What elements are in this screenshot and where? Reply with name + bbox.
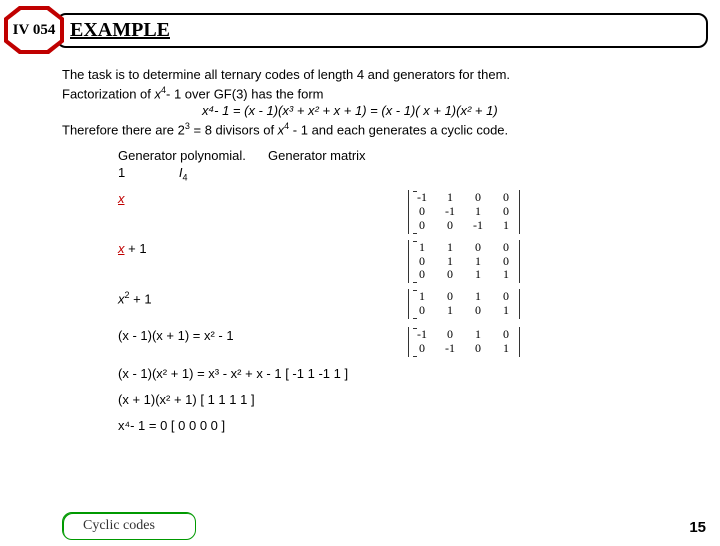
generator-block: Generator polynomial. Generator matrix 1… <box>118 147 710 437</box>
factorization-formula: x⁴- 1 = (x - 1)(x³ + x² + x + 1) = (x - … <box>202 102 710 120</box>
p3c: - 1 and each generates a cyclic code. <box>289 122 508 137</box>
p3b: = 8 divisors of <box>190 122 278 137</box>
r3-matrix: 110001100011 <box>408 240 520 283</box>
title-box: EXAMPLE <box>56 13 708 48</box>
row-6: (x - 1)(x² + 1) = x³ - x² + x - 1 [ -1 1… <box>118 365 710 385</box>
r2-matrix: -11000-11000-11 <box>408 190 520 233</box>
title-text: EXAMPLE <box>70 19 170 41</box>
r7-line: (x + 1)(x² + 1) [ 1 1 1 1 ] <box>118 391 255 409</box>
r5-poly: (x - 1)(x + 1) = x² - 1 <box>118 327 408 345</box>
badge-inner: IV 054 <box>8 10 60 50</box>
badge-text: IV 054 <box>13 22 56 39</box>
r6-line: (x - 1)(x² + 1) = x³ - x² + x - 1 [ -1 1… <box>118 365 348 383</box>
r2-poly: x <box>118 191 125 206</box>
row-7: (x + 1)(x² + 1) [ 1 1 1 1 ] <box>118 391 710 411</box>
content: The task is to determine all ternary cod… <box>62 66 710 437</box>
paragraph-1: The task is to determine all ternary cod… <box>62 66 710 84</box>
page-number: 15 <box>689 519 706 536</box>
r1-poly: 1 <box>118 165 125 180</box>
row-2: x -11000-11000-11 <box>118 190 710 233</box>
row-1: 1 I4 <box>118 164 710 184</box>
header-polynomial: Generator polynomial. <box>118 147 268 165</box>
paragraph-3: Therefore there are 23 = 8 divisors of x… <box>62 120 710 139</box>
r4-rest: + 1 <box>130 292 152 307</box>
row-5: (x - 1)(x + 1) = x² - 1 -10100-101 <box>118 327 710 359</box>
r3-rest: + 1 <box>125 241 147 256</box>
badge-octagon: IV 054 <box>4 6 64 54</box>
paragraph-2: Factorization of x4- 1 over GF(3) has th… <box>62 84 710 103</box>
header-row: IV 054 EXAMPLE <box>0 6 720 54</box>
r1-sub: 4 <box>182 173 187 183</box>
r4-matrix: 10100101 <box>408 289 520 319</box>
row-8: x⁴- 1 = 0 [ 0 0 0 0 ] <box>118 417 710 437</box>
footer-tab: Cyclic codes <box>62 512 196 540</box>
header-matrix: Generator matrix <box>268 147 366 165</box>
generator-headers: Generator polynomial. Generator matrix <box>118 147 710 165</box>
r8-line: x⁴- 1 = 0 [ 0 0 0 0 ] <box>118 417 225 435</box>
row-3: x + 1 110001100011 <box>118 240 710 283</box>
p2b: - 1 over GF(3) has the form <box>166 86 324 101</box>
r5-matrix: -10100-101 <box>408 327 520 357</box>
p3a: Therefore there are 2 <box>62 122 185 137</box>
p2a: Factorization of <box>62 86 155 101</box>
row-4: x2 + 1 10100101 <box>118 289 710 321</box>
